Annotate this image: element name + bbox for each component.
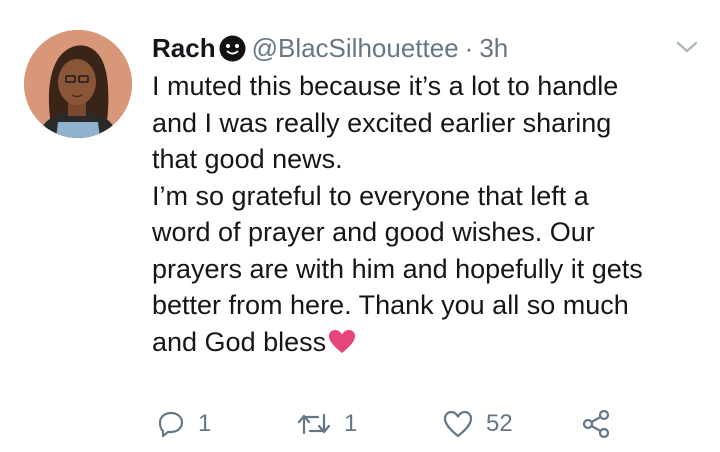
header-separator: ·: [464, 32, 474, 63]
tweet-text-line: and I was really excited earlier sharing: [152, 107, 612, 138]
like-button[interactable]: 52: [442, 404, 513, 444]
tweet-text-line: that good news.: [152, 144, 343, 174]
pink-heart-emoji-icon: [328, 328, 356, 354]
tweet-text-line: word of prayer and good wishes. Our: [152, 217, 595, 247]
share-icon: [580, 408, 612, 440]
tweet: Rach @BlacSilhouettee · 3h I muted this …: [0, 0, 720, 452]
avatar[interactable]: [24, 30, 132, 138]
reply-button[interactable]: 1: [156, 404, 211, 444]
tweet-text-line: better from here. Thank you all so much: [152, 290, 629, 320]
author-name[interactable]: Rach: [152, 33, 216, 64]
like-count: 52: [486, 410, 513, 437]
avatar-illustration: [24, 30, 132, 138]
chevron-down-icon[interactable]: [674, 36, 700, 58]
author-handle[interactable]: @BlacSilhouettee: [252, 33, 459, 64]
tweet-timestamp[interactable]: 3h: [479, 33, 508, 64]
retweet-icon: [296, 409, 332, 439]
retweet-count: 1: [344, 410, 358, 437]
tweet-text-line: and God bless: [152, 326, 327, 357]
tweet-text-line: I muted this because it’s a lot to handl…: [152, 71, 619, 101]
tweet-text-last-line: and God bless: [152, 324, 712, 361]
tweet-text-line: I’m so grateful to everyone that left a: [152, 180, 589, 211]
reply-count: 1: [198, 410, 212, 437]
tweet-text-line: prayers are with him and hopefully it ge…: [152, 253, 643, 284]
smiling-emoji-icon: [219, 35, 246, 62]
retweet-button[interactable]: 1: [296, 404, 357, 444]
reply-icon: [156, 409, 186, 439]
heart-icon: [442, 409, 474, 439]
tweet-header: Rach @BlacSilhouettee · 3h: [152, 30, 508, 66]
share-button[interactable]: [580, 404, 612, 444]
tweet-text: I muted this because it’s a lot to handl…: [152, 68, 712, 360]
